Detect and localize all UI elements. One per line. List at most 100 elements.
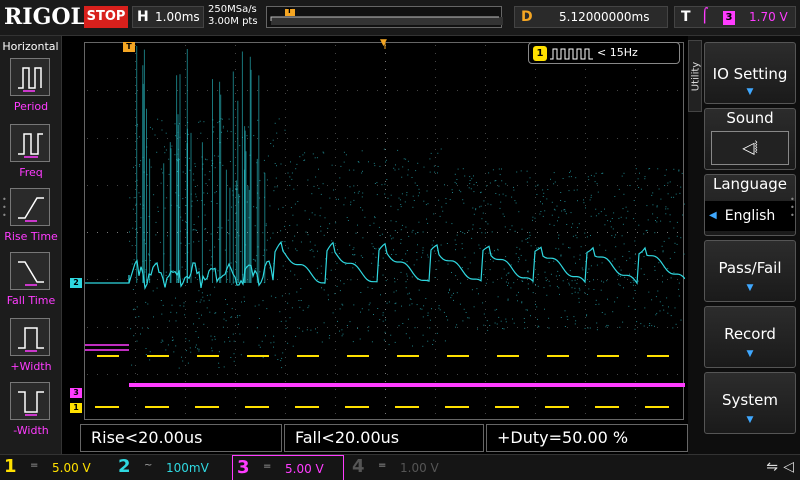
grid-dot (485, 237, 486, 238)
utility-tab[interactable]: Utility (688, 40, 702, 112)
trigger-box[interactable]: T ⌠ 3 1.70 V (674, 6, 796, 28)
noise-dot (184, 314, 186, 316)
run-stop-indicator[interactable]: STOP (84, 6, 128, 28)
ch3-marker[interactable]: 3 (70, 388, 82, 398)
measure-positive-width-button[interactable]: +Width (10, 318, 52, 373)
grid-dot (637, 327, 638, 328)
grid-dot (247, 90, 248, 91)
ch2-marker[interactable]: 2 (70, 278, 82, 288)
grid-dot (417, 90, 418, 91)
measure-period-button[interactable]: Period (10, 58, 52, 113)
noise-dot (197, 216, 199, 218)
noise-dot (369, 302, 371, 304)
grid-dot (185, 237, 186, 238)
noise-dot (553, 224, 555, 226)
noise-dot (568, 247, 569, 249)
noise-dot (182, 171, 184, 173)
sound-button[interactable]: Sound ◁⦚ (704, 108, 796, 170)
grid-dot (285, 61, 286, 62)
noise-dot (590, 196, 592, 198)
noise-dot (374, 165, 376, 167)
grid-dot (267, 232, 268, 233)
grid-dot (307, 327, 308, 328)
grid-dot (535, 237, 536, 238)
noise-dot (323, 152, 325, 154)
noise-dot (678, 282, 680, 284)
measure-freq-button[interactable]: Freq (10, 124, 52, 179)
fall-time-measurement[interactable]: Fall<20.00us (284, 424, 484, 452)
ch3-status[interactable]: 3 = 5.00 V (232, 455, 344, 480)
grid-dot (477, 374, 478, 375)
noise-dot (217, 270, 219, 272)
noise-dot (427, 254, 429, 256)
trigger-position-marker[interactable]: T (123, 42, 135, 52)
noise-dot (415, 170, 417, 172)
noise-dot (580, 246, 582, 248)
rise-time-measurement[interactable]: Rise<20.00us (80, 424, 282, 452)
grid-dot (157, 279, 158, 280)
noise-dot (445, 221, 447, 223)
speaker-icon[interactable]: ◁ (783, 459, 794, 475)
noise-dot (468, 187, 470, 189)
grid-dot (607, 138, 608, 139)
noise-dot (601, 262, 603, 264)
grid-dot (277, 138, 278, 139)
measure-negative-width-button[interactable]: -Width (10, 382, 52, 437)
grid-dot (577, 138, 578, 139)
noise-dot (412, 229, 414, 231)
noise-dot (185, 222, 187, 223)
system-button[interactable]: System ▼ (704, 372, 796, 434)
noise-dot (394, 230, 396, 232)
measure-rise-time-button[interactable]: Rise Time (4, 188, 58, 243)
ch1-status[interactable]: 1 = 5.00 V (0, 455, 114, 480)
io-setting-button[interactable]: IO Setting ▼ (704, 42, 796, 104)
noise-dot (553, 172, 555, 174)
noise-dot (347, 220, 349, 221)
noise-dot (532, 216, 534, 218)
noise-dot (334, 293, 336, 295)
noise-dot (189, 347, 191, 349)
grid-dot (535, 269, 536, 270)
delay-box[interactable]: D 5.12000000ms (514, 6, 668, 28)
pass-fail-button[interactable]: Pass/Fail ▼ (704, 240, 796, 302)
ch4-status[interactable]: 4 = 1.00 V (348, 455, 460, 480)
noise-dot (352, 341, 354, 343)
noise-dot (273, 341, 275, 343)
grid-dot (135, 373, 136, 374)
measure-fall-time-button[interactable]: Fall Time (7, 252, 55, 307)
noise-dot (505, 183, 507, 185)
grid-dot (185, 269, 186, 270)
grid-dot (585, 173, 586, 174)
noise-dot (458, 189, 460, 191)
channel-status-bar: 1 = 5.00 V 2 ~ 100mV 3 = 5.00 V 4 = 1.00… (0, 454, 800, 480)
record-button[interactable]: Record ▼ (704, 306, 796, 368)
duty-measurement[interactable]: +Duty=50.00 % (486, 424, 688, 452)
memory-overview-bar[interactable]: T (266, 6, 503, 28)
noise-dot (477, 328, 478, 330)
ch1-marker[interactable]: 1 (70, 403, 82, 413)
noise-dot (500, 320, 502, 322)
noise-dot (147, 327, 149, 329)
ch2-status[interactable]: 2 ~ 100mV (114, 455, 230, 480)
language-button[interactable]: Language ◀ English (704, 174, 796, 236)
noise-dot (292, 240, 294, 242)
noise-dot (579, 289, 581, 291)
grid-dot (535, 229, 536, 230)
noise-dot (654, 269, 656, 271)
noise-dot (438, 307, 440, 309)
noise-dot (307, 307, 309, 309)
noise-dot (464, 256, 466, 258)
grid-dot (677, 185, 678, 186)
noise-dot (188, 243, 190, 245)
grid-dot (285, 349, 286, 350)
noise-dot (237, 323, 239, 325)
noise-dot (575, 234, 577, 236)
timebase-box[interactable]: H 1.00ms (132, 6, 204, 28)
grid-dot (385, 333, 386, 334)
waveform-display[interactable] (84, 42, 685, 420)
noise-dot (320, 207, 322, 209)
grid-dot (485, 277, 486, 278)
grid-dot (235, 69, 236, 70)
grid-dot (287, 232, 288, 233)
noise-dot (663, 240, 665, 242)
